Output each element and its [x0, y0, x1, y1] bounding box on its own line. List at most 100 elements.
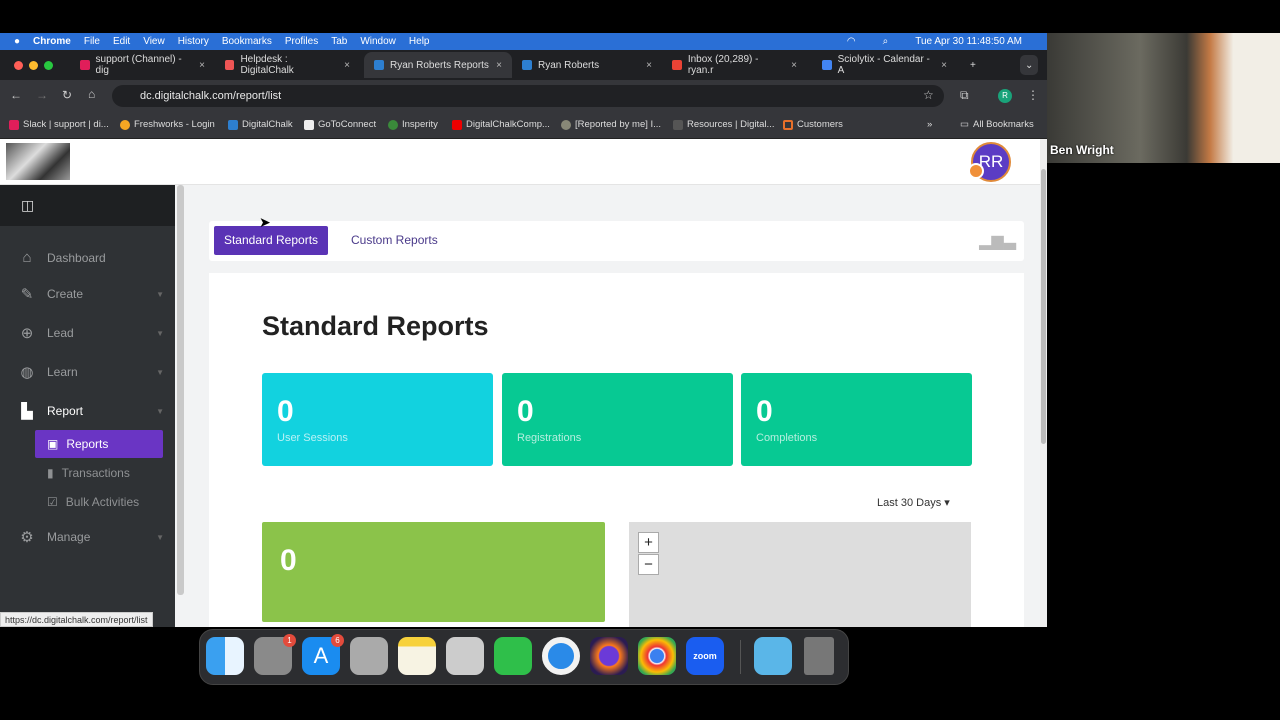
- calendar-icon: [822, 60, 832, 70]
- home-icon[interactable]: ⌂: [88, 87, 95, 101]
- launchpad-icon[interactable]: [350, 637, 388, 675]
- menu-history[interactable]: History: [178, 36, 209, 47]
- sidebar-scrollbar[interactable]: [177, 185, 184, 595]
- menu-tab[interactable]: Tab: [331, 36, 347, 47]
- apple-menu[interactable]: ●: [14, 36, 20, 47]
- brain-icon: ◍: [20, 364, 34, 381]
- new-tab-button[interactable]: +: [960, 52, 986, 78]
- close-tab-icon[interactable]: ×: [941, 60, 947, 71]
- close-tab-icon[interactable]: ×: [199, 60, 205, 71]
- sidebar-item-manage[interactable]: ⚙ Manage ▼: [19, 528, 164, 546]
- reload-icon[interactable]: ↻: [62, 88, 72, 102]
- close-tab-icon[interactable]: ×: [791, 60, 797, 71]
- sidebar-subitem-reports[interactable]: ▣ Reports: [35, 430, 163, 458]
- app-store-icon[interactable]: A6: [302, 634, 344, 675]
- calculator-icon[interactable]: [446, 637, 484, 675]
- menu-kebab-icon[interactable]: ⋮: [1027, 88, 1039, 102]
- minimize-window-button[interactable]: [29, 60, 38, 70]
- slack-icon: [80, 60, 90, 70]
- chrome-icon[interactable]: [638, 637, 676, 675]
- tab-gmail[interactable]: Inbox (20,289) - ryan.r ×: [662, 52, 807, 78]
- wifi-icon[interactable]: ◠: [847, 36, 856, 47]
- system-settings-icon[interactable]: 1: [254, 634, 296, 675]
- tab-calendar[interactable]: Sciolytix - Calendar - A ×: [812, 52, 957, 78]
- menu-bookmarks[interactable]: Bookmarks: [222, 36, 272, 47]
- bookmark-gotoconnect[interactable]: GoToConnect: [304, 119, 376, 130]
- zoom-out-button[interactable]: −: [638, 554, 659, 575]
- forward-icon[interactable]: →: [36, 88, 48, 102]
- page-scrollbar-thumb[interactable]: [1041, 169, 1046, 444]
- folder-icon: ▭: [960, 119, 969, 130]
- url-input[interactable]: dc.digitalchalk.com/report/list: [112, 85, 944, 107]
- extensions-icon[interactable]: ⧉: [960, 88, 969, 103]
- bookmark-digitalchalk[interactable]: DigitalChalk: [228, 119, 293, 130]
- chevron-down-icon: ▼: [156, 406, 164, 416]
- zoom-app-icon[interactable]: zoom: [686, 637, 724, 675]
- notes-icon[interactable]: [398, 637, 436, 675]
- search-icon[interactable]: ⌕: [883, 36, 889, 47]
- bookmark-slack[interactable]: Slack | support | di...: [9, 119, 109, 130]
- page-title: Standard Reports: [262, 311, 489, 341]
- menu-view[interactable]: View: [143, 36, 165, 47]
- sidebar-item-lead[interactable]: ⊕ Lead ▼: [19, 324, 164, 342]
- zoom-in-button[interactable]: +: [638, 532, 659, 553]
- bookmark-customers[interactable]: Customers: [783, 119, 843, 130]
- gear-icon: ⚙: [20, 529, 34, 546]
- stat-registrations: 0 Registrations: [502, 373, 733, 466]
- menu-edit[interactable]: Edit: [113, 36, 130, 47]
- sidebar-item-learn[interactable]: ◍ Learn ▼: [19, 363, 164, 381]
- compass-icon: ⊕: [20, 325, 34, 342]
- bookmark-star-icon[interactable]: ☆: [923, 88, 934, 102]
- all-bookmarks[interactable]: ▭ All Bookmarks: [960, 119, 1034, 130]
- finder-icon[interactable]: [206, 637, 244, 675]
- sidebar-toggle-icon[interactable]: ◫: [21, 197, 34, 214]
- tab-ryan-roberts-reports[interactable]: Ryan Roberts Reports ×: [364, 52, 512, 78]
- maximize-window-button[interactable]: [44, 60, 53, 70]
- close-tab-icon[interactable]: ×: [496, 60, 502, 71]
- map-panel[interactable]: + −: [629, 522, 971, 627]
- firefox-icon[interactable]: [590, 637, 628, 675]
- bookmark-reported-by-me[interactable]: [Reported by me] I...: [561, 119, 661, 130]
- bookmark-insperity[interactable]: Insperity: [388, 119, 438, 130]
- address-bar-row: ← → ↻ ⌂ dc.digitalchalk.com/report/list …: [0, 80, 1047, 112]
- close-tab-icon[interactable]: ×: [646, 60, 652, 71]
- tab-ryan-roberts[interactable]: Ryan Roberts ×: [512, 52, 662, 78]
- bookmark-digitalchalkcomp[interactable]: DigitalChalkComp...: [452, 119, 550, 130]
- app-header: RR: [0, 139, 1040, 185]
- sidebar-item-report[interactable]: ▙ Report ▼: [19, 402, 164, 420]
- menu-window[interactable]: Window: [360, 36, 396, 47]
- tab-standard-reports[interactable]: Standard Reports: [214, 226, 328, 255]
- profile-avatar[interactable]: R: [998, 89, 1012, 103]
- tab-search-button[interactable]: ⌄: [1020, 55, 1039, 75]
- participant-name: Ben Wright: [1050, 143, 1114, 157]
- digitalchalk-icon: [374, 60, 384, 70]
- chevron-down-icon: ▼: [156, 289, 164, 299]
- menu-help[interactable]: Help: [409, 36, 430, 47]
- tab-custom-reports[interactable]: Custom Reports: [351, 226, 438, 255]
- close-window-button[interactable]: [14, 60, 23, 70]
- menu-file[interactable]: File: [84, 36, 100, 47]
- numbers-icon[interactable]: [494, 637, 532, 675]
- tab-strip: support (Channel) - dig × Helpdesk : Digi…: [0, 50, 1047, 80]
- bar-chart-icon[interactable]: ▂▆▃: [979, 231, 1016, 251]
- sidebar-subitem-bulk-activities[interactable]: ☑ Bulk Activities: [35, 488, 163, 516]
- tab-helpdesk[interactable]: Helpdesk : DigitalChalk ×: [215, 52, 360, 78]
- tab-slack[interactable]: support (Channel) - dig ×: [70, 52, 215, 78]
- safari-icon[interactable]: [542, 637, 580, 675]
- date-range-dropdown[interactable]: Last 30 Days ▾: [877, 496, 950, 509]
- video-call-tile: Ben Wright: [1047, 33, 1280, 163]
- bookmark-freshworks[interactable]: Freshworks - Login: [120, 119, 215, 130]
- sidebar-item-create[interactable]: ✎ Create ▼: [19, 285, 164, 303]
- downloads-folder-icon[interactable]: [754, 637, 792, 675]
- site-logo[interactable]: [6, 143, 70, 180]
- back-icon[interactable]: ←: [10, 88, 22, 102]
- menu-profiles[interactable]: Profiles: [285, 36, 318, 47]
- sidebar-subitem-transactions[interactable]: ▮ Transactions: [35, 459, 163, 487]
- close-tab-icon[interactable]: ×: [344, 60, 350, 71]
- clock[interactable]: Tue Apr 30 11:48:50 AM: [915, 36, 1022, 47]
- more-bookmarks-icon[interactable]: »: [927, 119, 932, 130]
- bookmark-resources[interactable]: Resources | Digital...: [673, 119, 774, 130]
- sidebar-item-dashboard[interactable]: ⌂ Dashboard: [19, 249, 164, 266]
- trash-icon[interactable]: [804, 637, 834, 675]
- menu-app[interactable]: Chrome: [33, 36, 71, 47]
